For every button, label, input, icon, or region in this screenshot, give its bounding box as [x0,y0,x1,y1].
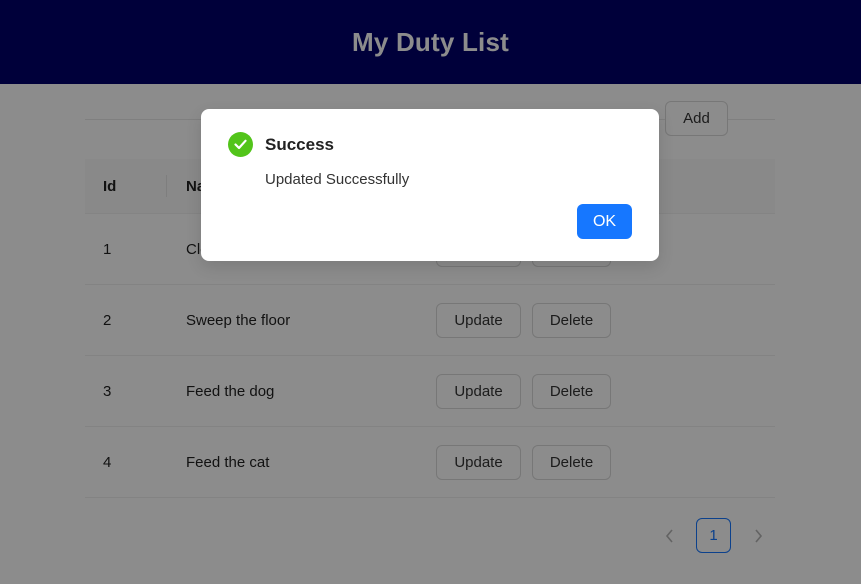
dialog-title: Success [265,135,334,154]
dialog-message: Updated Successfully [265,171,410,188]
ok-button[interactable]: OK [577,204,632,239]
modal-overlay[interactable] [0,0,861,584]
success-dialog: Success Updated Successfully OK [201,109,659,261]
check-circle-icon [228,132,253,157]
